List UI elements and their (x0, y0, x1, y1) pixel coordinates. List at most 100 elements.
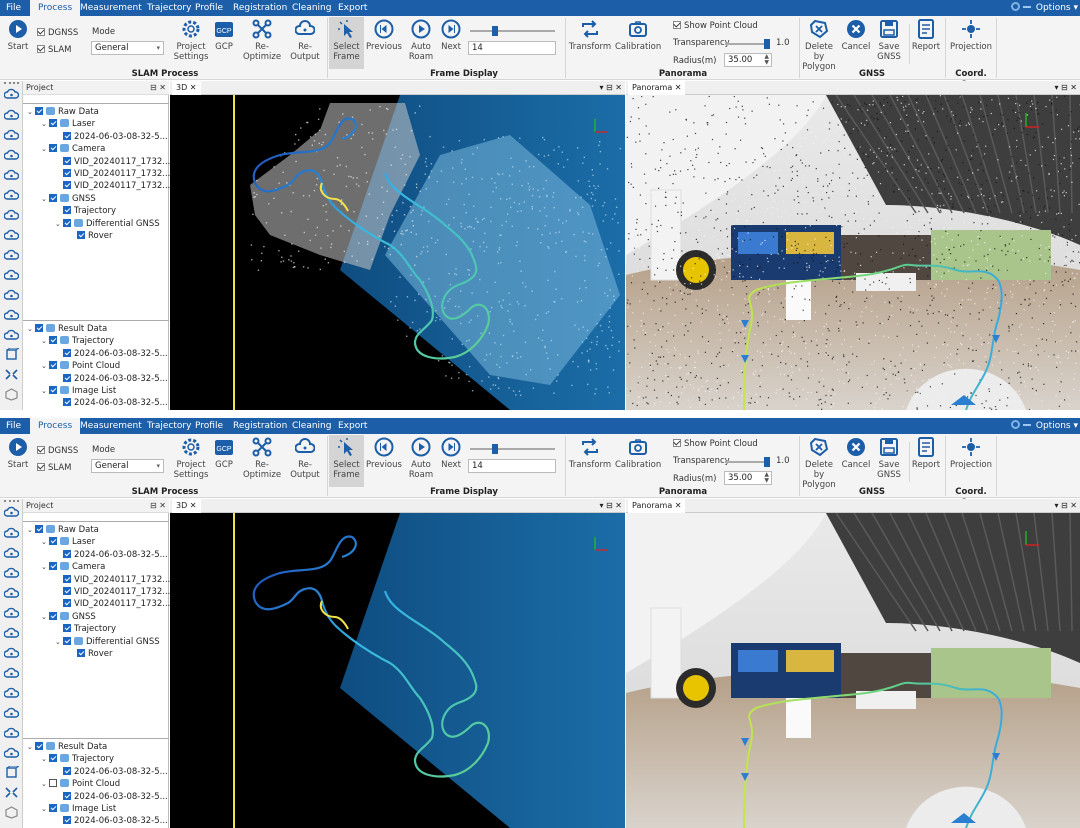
reoutput-button[interactable]: Re- Output (286, 435, 324, 480)
point-cloud-3d-canvas[interactable] (170, 513, 625, 828)
cloud-tool-icon[interactable] (4, 188, 19, 201)
menu-file[interactable]: File (6, 0, 21, 16)
tree-item[interactable]: VID_20240117_1732... (55, 574, 170, 586)
tree-item[interactable]: Rover (69, 648, 112, 660)
panel-controls[interactable]: ⊟ ✕ (150, 499, 166, 513)
menu-process[interactable]: Process (30, 418, 81, 434)
auto-roam-button[interactable]: Auto Roam (406, 17, 436, 62)
view-panorama[interactable]: Panorama ✕ ▾ ⊟ ✕ (626, 499, 1080, 828)
expand-chevron-icon[interactable]: ⌄ (41, 536, 49, 548)
tree-item[interactable]: ⌄ Trajectory (41, 753, 114, 765)
tab-3d[interactable]: 3D ✕ (172, 499, 201, 513)
tab-controls[interactable]: ▾ ⊟ ✕ (599, 499, 622, 513)
expand-chevron-icon[interactable]: ⌄ (41, 118, 49, 130)
cloud-tool-icon[interactable] (4, 726, 19, 739)
tree-checkbox[interactable] (35, 107, 43, 115)
menu-profile[interactable]: Profile (195, 0, 223, 16)
expand-chevron-icon[interactable]: ⌄ (27, 741, 35, 753)
cancel-button[interactable]: Cancel (840, 17, 872, 52)
expand-chevron-icon[interactable]: ⌄ (41, 803, 49, 815)
frame-slider-thumb[interactable] (492, 26, 498, 36)
auto-roam-button[interactable]: Auto Roam (406, 435, 436, 480)
report-button[interactable]: Report (911, 435, 941, 470)
minimize-icon[interactable] (1022, 424, 1031, 426)
cloud-tool-icon[interactable] (4, 148, 19, 161)
menu-file[interactable]: File (6, 418, 21, 434)
tree-checkbox[interactable] (49, 386, 57, 394)
expand-chevron-icon[interactable]: ⌄ (55, 636, 63, 648)
start-button[interactable]: Start (3, 435, 33, 470)
previous-button[interactable]: Previous (366, 435, 402, 470)
options-menu[interactable]: Options ▾ (1010, 418, 1078, 434)
menu-export[interactable]: Export (338, 418, 367, 434)
cloud-tool-icon[interactable] (4, 168, 19, 181)
tree-item[interactable]: ⌄ Trajectory (41, 335, 114, 347)
transparency-slider-thumb[interactable] (764, 39, 770, 49)
tree-item[interactable]: 2024-06-03-08-32-5... (55, 549, 168, 561)
gear-icon[interactable] (1010, 2, 1020, 11)
expand-chevron-icon[interactable]: ⌄ (41, 335, 49, 347)
box-icon[interactable] (4, 806, 19, 819)
radius-input[interactable]: 35.00 ▲ ▼ (724, 471, 772, 485)
tree-item[interactable]: ⌄ Image List (41, 385, 116, 397)
cloud-tool-icon[interactable] (4, 706, 19, 719)
spinner-arrows-icon[interactable]: ▲ ▼ (764, 54, 769, 66)
expand-chevron-icon[interactable]: ⌄ (41, 143, 49, 155)
menu-measurement[interactable]: Measurement (80, 418, 142, 434)
cloud-tool-icon[interactable] (4, 686, 19, 699)
tree-checkbox[interactable] (49, 611, 57, 620)
grip-icon[interactable] (4, 500, 19, 502)
tree-checkbox[interactable] (49, 336, 57, 345)
cube-tool-icon[interactable] (4, 766, 19, 779)
tree-item[interactable]: VID_20240117_1732... (55, 180, 170, 192)
cloud-tool-icon[interactable] (4, 288, 19, 301)
tree-item[interactable]: ⌄ Camera (41, 143, 105, 155)
tree-checkbox[interactable] (63, 156, 71, 165)
tree-item[interactable]: ⌄ Differential GNSS (55, 636, 160, 648)
slam-checkbox[interactable]: SLAM (37, 45, 71, 55)
cloud-tool-icon[interactable] (4, 626, 19, 639)
tree-checkbox[interactable] (35, 525, 43, 533)
cloud-tool-icon[interactable] (4, 128, 19, 141)
expand-chevron-icon[interactable]: ⌄ (55, 218, 63, 230)
cloud-tool-icon[interactable] (4, 646, 19, 659)
cloud-tool-icon[interactable] (4, 108, 19, 121)
close-icon[interactable]: ✕ (675, 83, 682, 92)
tree-item[interactable]: 2024-06-03-08-32-5... (55, 791, 168, 803)
mode-dropdown[interactable]: General ▾ (91, 41, 164, 55)
expand-chevron-icon[interactable]: ⌄ (27, 323, 35, 335)
view-3d[interactable]: 3D ✕ ▾ ⊟ ✕ (170, 81, 625, 410)
expand-chevron-icon[interactable]: ⌄ (41, 193, 49, 205)
tree-item[interactable]: 2024-06-03-08-32-5... (55, 348, 168, 360)
tree-item[interactable]: 2024-06-03-08-32-5... (55, 397, 168, 409)
tree-checkbox[interactable] (63, 348, 71, 357)
cloud-tool-icon[interactable] (4, 606, 19, 619)
mode-dropdown[interactable]: General ▾ (91, 459, 164, 473)
calibration-button[interactable]: Calibration (615, 435, 661, 470)
tree-checkbox[interactable] (63, 574, 71, 583)
menu-cleaning[interactable]: Cleaning (292, 418, 331, 434)
project-settings-button[interactable]: Project Settings (171, 17, 211, 62)
tree-checkbox[interactable] (49, 804, 57, 812)
calibration-button[interactable]: Calibration (615, 17, 661, 52)
tree-checkbox[interactable] (49, 119, 57, 128)
close-icon[interactable]: ✕ (190, 501, 197, 510)
tree-item[interactable]: ⌄ Image List (41, 803, 116, 815)
expand-chevron-icon[interactable]: ⌄ (41, 385, 49, 397)
cube-tool-icon[interactable] (4, 348, 19, 361)
transparency-slider[interactable] (725, 457, 770, 467)
tree-item[interactable]: 2024-06-03-08-32-5... (55, 373, 168, 385)
tree-checkbox[interactable] (77, 231, 85, 239)
minimize-icon[interactable] (1022, 6, 1031, 8)
tree-checkbox[interactable] (49, 754, 57, 763)
expand-icon[interactable] (4, 368, 19, 381)
menu-registration[interactable]: Registration (233, 418, 287, 434)
menu-process[interactable]: Process (30, 0, 81, 16)
report-button[interactable]: Report (911, 17, 941, 52)
frame-slider-thumb[interactable] (492, 444, 498, 454)
tree-checkbox[interactable] (35, 324, 43, 332)
transform-button[interactable]: Transform (568, 17, 612, 52)
tree-item[interactable]: VID_20240117_1732... (55, 156, 170, 168)
tree-item[interactable]: ⌄ Raw Data (27, 524, 99, 536)
tree-checkbox[interactable] (63, 218, 71, 227)
